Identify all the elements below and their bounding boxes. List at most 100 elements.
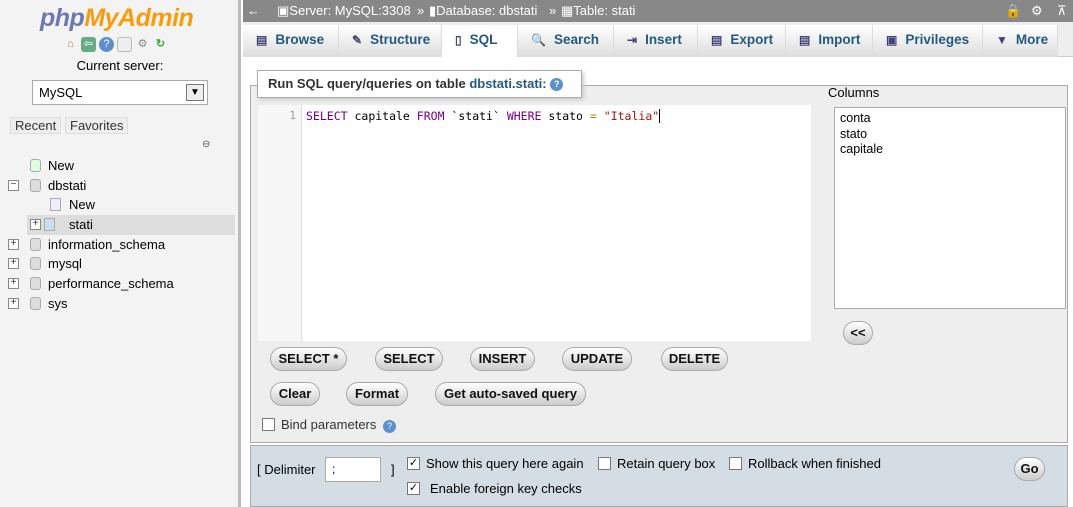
privileges-icon: ▣: [886, 33, 898, 47]
tree-item-performance-schema[interactable]: + performance_schema: [8, 274, 235, 294]
text-cursor: [659, 109, 668, 123]
new-table-icon: [50, 198, 61, 212]
favorites-button[interactable]: Favorites: [65, 117, 129, 134]
columns-label: Columns: [828, 85, 880, 100]
new-icon: [30, 159, 41, 172]
tree-item-new-table[interactable]: New: [8, 195, 235, 215]
expand-icon[interactable]: +: [30, 219, 41, 231]
quick-icons: ⌂ ⇦ ? ⚙ ↻: [63, 37, 168, 52]
tab-structure[interactable]: ✎ Structure: [339, 25, 442, 57]
link-with-main-icon[interactable]: ⊖: [202, 139, 210, 150]
database-icon: [30, 277, 41, 291]
column-option[interactable]: capitale: [840, 142, 1060, 158]
triangle-down-icon: ▼: [996, 33, 1008, 47]
tab-more[interactable]: ▼ More: [983, 25, 1058, 57]
breadcrumb-table[interactable]: ▦Table: stati: [561, 0, 635, 22]
foreign-key-checks-label: Enable foreign key checks: [430, 481, 582, 496]
settings-icon[interactable]: ⚙: [135, 37, 150, 52]
delimiter-label: [ Delimiter: [257, 462, 316, 477]
format-button[interactable]: Format: [346, 382, 408, 406]
tree-item-new[interactable]: New: [8, 156, 235, 176]
tab-browse[interactable]: ▤ Browse: [243, 25, 339, 57]
bind-parameters-label: Bind parameters: [281, 417, 377, 432]
sql-editor[interactable]: 1 SELECT capitale FROM `stati` WHERE sta…: [258, 105, 811, 341]
get-auto-saved-query-button[interactable]: Get auto-saved query: [435, 382, 586, 406]
delete-button[interactable]: DELETE: [661, 347, 728, 371]
browse-icon: ▤: [256, 33, 268, 47]
recent-button[interactable]: Recent: [10, 117, 62, 134]
expand-icon[interactable]: +: [8, 238, 19, 250]
delimiter-input[interactable]: ;: [325, 457, 381, 482]
retain-query-box-label: Retain query box: [617, 456, 716, 471]
column-option[interactable]: stato: [840, 127, 1060, 143]
breadcrumb: ← ▣Server: MySQL:3308 » ▮Database: dbsta…: [243, 0, 1073, 22]
tree-item-information-schema[interactable]: + information_schema: [8, 235, 235, 255]
navigation-sidebar: phpMyAdmin ⌂ ⇦ ? ⚙ ↻ Current server: MyS…: [0, 0, 241, 507]
lock-icon[interactable]: 🔒: [1005, 0, 1021, 22]
tab-search[interactable]: 🔍 Search: [518, 25, 614, 57]
tab-export[interactable]: ▤ Export: [698, 25, 786, 57]
expand-icon[interactable]: +: [8, 297, 19, 309]
help-icon[interactable]: ?: [550, 78, 564, 92]
select-button[interactable]: SELECT: [375, 347, 443, 371]
structure-icon: ✎: [352, 33, 363, 47]
breadcrumb-separator: »: [417, 3, 425, 18]
tree-item-mysql[interactable]: + mysql: [8, 254, 235, 274]
database-icon: [30, 296, 41, 310]
foreign-key-checks-checkbox[interactable]: ✓: [407, 482, 420, 495]
column-option[interactable]: conta: [840, 111, 1060, 127]
insert-column-button[interactable]: <<: [843, 321, 873, 345]
database-icon: [30, 237, 41, 251]
expand-icon[interactable]: +: [8, 258, 19, 270]
current-server-label: Current server:: [76, 58, 164, 73]
update-button[interactable]: UPDATE: [562, 347, 632, 371]
line-numbers: 1: [258, 105, 302, 341]
tab-bar: ▤ Browse ✎ Structure ▯ SQL 🔍 Search ⇥ Insert …: [243, 22, 1073, 57]
rollback-checkbox[interactable]: [729, 457, 742, 470]
tree-item-dbstati[interactable]: − dbstati: [8, 176, 235, 196]
select-star-button[interactable]: SELECT *: [270, 347, 347, 371]
show-query-again-label: Show this query here again: [426, 456, 584, 471]
logout-icon[interactable]: ⇦: [81, 37, 96, 52]
retain-query-box-checkbox[interactable]: [598, 457, 611, 470]
tree-item-stati[interactable]: + stati: [27, 215, 235, 235]
go-button[interactable]: Go: [1014, 457, 1045, 481]
breadcrumb-server[interactable]: ▣Server: MySQL:3308: [277, 0, 411, 22]
phpmyadmin-logo[interactable]: phpMyAdmin: [40, 4, 194, 33]
server-select[interactable]: MySQL ▼: [32, 80, 208, 105]
database-tree: New − dbstati New + stati + information_sch…: [8, 156, 235, 314]
reload-icon[interactable]: ↻: [153, 37, 168, 52]
tab-insert[interactable]: ⇥ Insert: [614, 25, 698, 57]
collapse-top-icon[interactable]: ⊼: [1057, 0, 1067, 22]
delimiter-bracket: ]: [391, 462, 395, 477]
tree-item-sys[interactable]: + sys: [8, 294, 235, 314]
database-icon: [30, 257, 41, 271]
collapse-icon[interactable]: −: [8, 179, 19, 191]
tab-privileges[interactable]: ▣ Privileges: [873, 25, 983, 57]
bind-parameters-checkbox[interactable]: [262, 418, 275, 431]
table-icon: [44, 218, 55, 232]
help-icon[interactable]: ?: [99, 37, 114, 52]
query-legend: Run SQL query/queries on table dbstati.s…: [257, 70, 582, 98]
back-arrow-icon[interactable]: ←: [247, 0, 260, 22]
breadcrumb-separator: »: [549, 3, 557, 18]
insert-icon: ⇥: [627, 33, 638, 47]
export-icon: ▤: [711, 33, 723, 47]
tab-import[interactable]: ▤ Import: [786, 25, 873, 57]
show-query-again-checkbox[interactable]: ✓: [407, 457, 420, 470]
insert-button[interactable]: INSERT: [470, 347, 535, 371]
help-icon[interactable]: ?: [383, 420, 396, 433]
sql-code[interactable]: SELECT capitale FROM `stati` WHERE stato…: [306, 109, 668, 123]
expand-icon[interactable]: +: [8, 278, 19, 290]
clear-button[interactable]: Clear: [270, 382, 320, 406]
tab-sql[interactable]: ▯ SQL: [442, 25, 518, 57]
breadcrumb-database[interactable]: ▮Database: dbstati: [429, 0, 537, 22]
docs-icon[interactable]: [117, 37, 132, 52]
columns-list[interactable]: conta stato capitale: [834, 107, 1066, 309]
chevron-down-icon: ▼: [186, 84, 204, 101]
settings-icon[interactable]: ⚙: [1031, 0, 1043, 22]
sql-icon: ▯: [455, 33, 462, 47]
search-icon: 🔍: [531, 33, 546, 47]
home-icon[interactable]: ⌂: [63, 37, 78, 52]
database-icon: [30, 178, 41, 192]
